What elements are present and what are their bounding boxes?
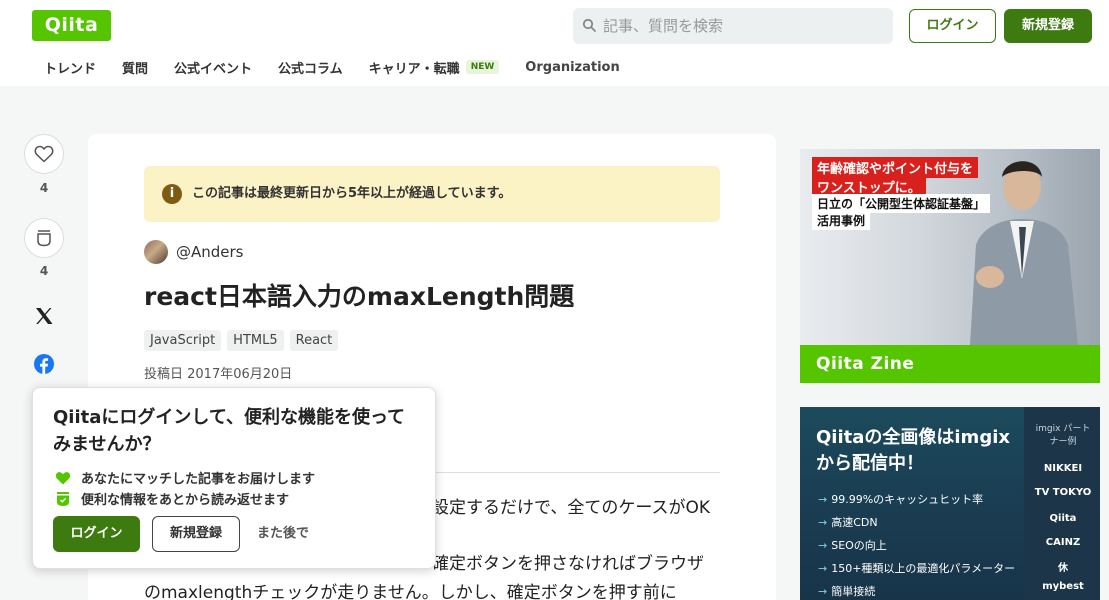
- ad-feature: → 高速CDN: [818, 516, 878, 529]
- info-icon: i: [162, 184, 182, 204]
- signup-button[interactable]: 新規登録: [1004, 9, 1092, 43]
- nav-career[interactable]: キャリア・転職 NEW: [369, 58, 500, 77]
- body-text-line: 設定するだけで、全てのケースがOK: [432, 498, 710, 518]
- author[interactable]: @Anders: [144, 240, 244, 264]
- login-button[interactable]: ログイン: [909, 9, 996, 43]
- article-title: react日本語入力のmaxLength問題: [144, 282, 575, 311]
- benefit-item: あなたにマッチした記事をお届けします: [55, 468, 315, 487]
- heart-icon: [55, 471, 71, 484]
- ad-subheadline: 活用事例: [812, 211, 871, 230]
- ad-feature: → 99.99%のキャッシュヒット率: [818, 493, 984, 506]
- author-avatar[interactable]: [144, 240, 168, 264]
- popup-title: Qiitaにログインして、便利な機能を使ってみませんか？: [53, 407, 406, 455]
- stock-count: 4: [39, 264, 49, 278]
- popup-signup-button[interactable]: 新規登録: [152, 516, 240, 552]
- partner-logo: CAINZ: [1045, 537, 1081, 548]
- tag-javascript[interactable]: JavaScript: [144, 330, 222, 351]
- author-name[interactable]: @Anders: [176, 243, 244, 261]
- popup-later-link[interactable]: また後で: [257, 516, 309, 552]
- benefit-text: あなたにマッチした記事をお届けします: [81, 472, 316, 487]
- nav-official-column[interactable]: 公式コラム: [278, 58, 343, 77]
- stock-icon: [57, 491, 69, 506]
- partner-logo: NIKKEI: [1043, 463, 1083, 474]
- x-share-icon[interactable]: [33, 305, 55, 327]
- outdated-notice-text: この記事は最終更新日から5年以上が経過しています。: [192, 186, 512, 201]
- popup-login-button[interactable]: ログイン: [53, 516, 140, 552]
- partner-logo: TV TOKYO: [1034, 487, 1092, 498]
- heart-icon: [34, 145, 54, 163]
- ad-feature: → SEOの向上: [818, 539, 887, 552]
- ad-headline: Qiitaの全画像はimgix: [816, 427, 1010, 448]
- ad-headline: 年齢確認やポイント付与を: [812, 157, 979, 178]
- ad-feature: → 150+種類以上の最適化パラメーター: [818, 562, 1016, 575]
- tag-html5[interactable]: HTML5: [227, 330, 284, 351]
- site-header: Qiita ログイン 新規登録 トレンド 質問 公式イベント 公式コラム キャリ…: [0, 0, 1109, 86]
- partner-logo: 休: [1058, 563, 1068, 574]
- nav-questions[interactable]: 質問: [122, 58, 148, 77]
- qiita-zine-logo: Qiita Zine: [816, 354, 915, 374]
- like-count: 4: [39, 181, 49, 195]
- body-text-line: 確定ボタンを押さなければブラウザ: [432, 554, 704, 574]
- ad-person-image: [970, 161, 1078, 345]
- stock-button[interactable]: [24, 218, 64, 258]
- nav-official-events[interactable]: 公式イベント: [174, 58, 252, 77]
- tag-list: JavaScript HTML5 React: [144, 330, 344, 351]
- ad-feature: → 簡単接続: [818, 585, 876, 598]
- search-box[interactable]: [573, 8, 893, 44]
- benefit-item: 便利な情報をあとから読み返せます: [55, 489, 289, 508]
- stock-icon: [37, 230, 51, 247]
- ad-brand-band: Qiita Zine: [800, 345, 1100, 383]
- posted-date: 投稿日 2017年06月20日: [144, 367, 293, 382]
- main-nav: トレンド 質問 公式イベント 公式コラム キャリア・転職 NEW Organiz…: [44, 56, 646, 78]
- search-icon: [582, 18, 596, 32]
- tag-react[interactable]: React: [289, 330, 339, 351]
- partner-logo: Qiita: [1049, 513, 1077, 524]
- like-button[interactable]: [24, 134, 64, 174]
- facebook-share-icon[interactable]: [33, 353, 55, 375]
- imgix-ad[interactable]: Qiitaの全画像はimgix から配信中！ → 99.99%のキャッシュヒット率…: [800, 407, 1100, 600]
- nav-organization[interactable]: Organization: [525, 60, 619, 75]
- ad-partner-label: imgix パートナー例: [1035, 424, 1091, 447]
- ad-headline: から配信中！: [816, 453, 924, 474]
- nav-trend[interactable]: トレンド: [44, 58, 96, 77]
- qiita-logo[interactable]: Qiita: [32, 10, 111, 41]
- outdated-notice: i この記事は最終更新日から5年以上が経過しています。: [144, 166, 720, 222]
- partner-logo: mybest: [1042, 581, 1084, 592]
- search-input[interactable]: [603, 8, 883, 44]
- benefit-text: 便利な情報をあとから読み返せます: [81, 493, 290, 508]
- qiita-zine-ad[interactable]: 年齢確認やポイント付与を ワンストップに。 日立の「公開型生体認証基盤」 活用事…: [800, 149, 1100, 383]
- login-prompt-popup: Qiitaにログインして、便利な機能を使ってみませんか？ あなたにマッチした記事…: [32, 387, 436, 569]
- body-text-line: のmaxlengthチェックが走りません。しかし、確定ボタンを押す前に: [144, 583, 677, 600]
- new-badge: NEW: [465, 60, 500, 74]
- nav-career-label: キャリア・転職: [368, 61, 460, 77]
